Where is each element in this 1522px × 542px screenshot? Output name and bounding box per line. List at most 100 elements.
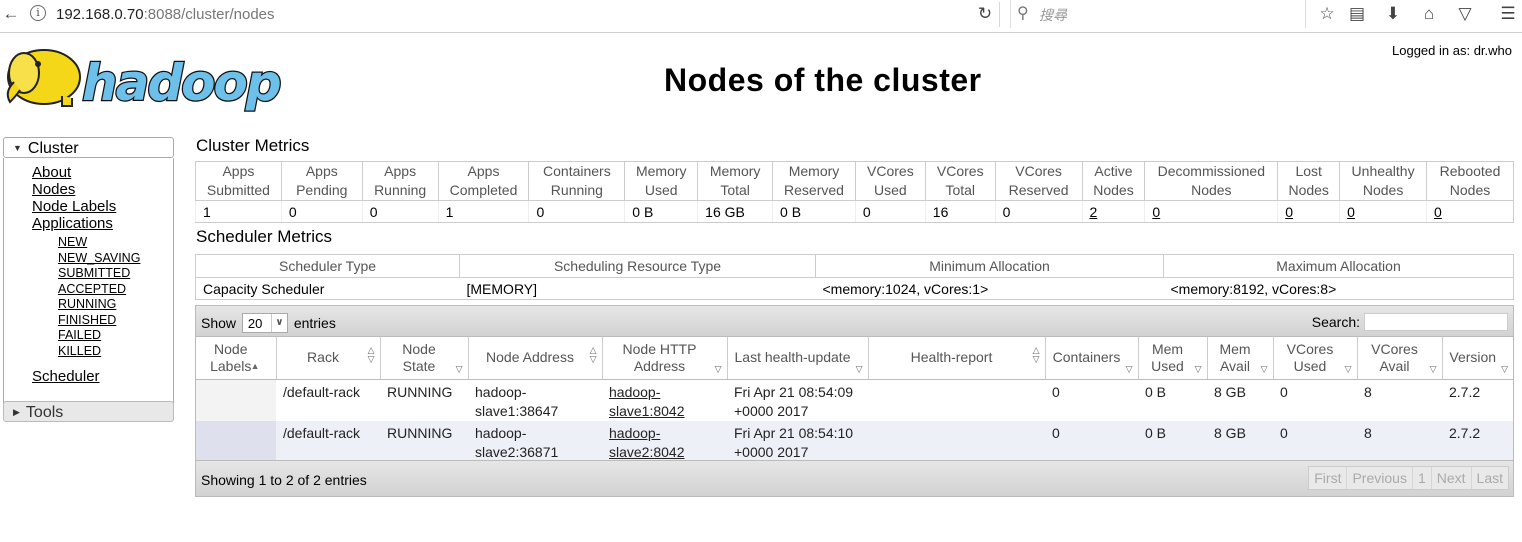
col-mem-avail[interactable]: Mem Avail ▽ bbox=[1207, 337, 1274, 380]
cluster-section-body: About Nodes Node Labels Applications NEW… bbox=[3, 158, 174, 411]
sidebar-link-node-labels[interactable]: Node Labels bbox=[32, 198, 173, 215]
metric-header: VCores Used bbox=[854, 161, 926, 201]
metric-header: Decommissioned Nodes bbox=[1144, 161, 1279, 201]
page-length-select[interactable]: 20 ∨ bbox=[241, 313, 288, 333]
resource-type-value: [MEMORY] bbox=[459, 277, 816, 300]
menu-icon[interactable]: ☰ bbox=[1497, 4, 1519, 24]
tools-section-toggle[interactable]: ▶ Tools bbox=[3, 401, 174, 422]
pager-first-button[interactable]: First bbox=[1309, 467, 1348, 489]
rack-cell: /default-rack bbox=[276, 379, 380, 421]
node-http-address-link[interactable]: hadoop-slave2:8042 bbox=[602, 420, 727, 462]
sidebar-link-applications[interactable]: Applications bbox=[32, 215, 173, 232]
reload-icon[interactable]: ↻ bbox=[974, 4, 996, 24]
vcores-avail-cell: 8 bbox=[1357, 379, 1442, 421]
metric-header: Memory Total bbox=[697, 161, 774, 201]
table-search: Search: bbox=[1312, 313, 1508, 331]
vcores-total-value: 16 bbox=[924, 200, 996, 223]
pager-next-button[interactable]: Next bbox=[1432, 467, 1472, 489]
node-state-cell: RUNNING bbox=[380, 379, 468, 421]
reading-list-icon[interactable]: ▤ bbox=[1346, 4, 1368, 24]
mem-used-cell: 0 B bbox=[1138, 420, 1207, 462]
triangle-right-icon: ▶ bbox=[13, 407, 20, 417]
browser-toolbar: ← i 192.168.0.70:8088/cluster/nodes ↻ ⚲ … bbox=[0, 0, 1522, 33]
scheduler-header-row: Scheduler Type Scheduling Resource Type … bbox=[195, 254, 1514, 278]
pocket-icon[interactable]: ▽ bbox=[1454, 4, 1476, 24]
decommissioned-nodes-link[interactable]: 0 bbox=[1144, 200, 1278, 223]
sort-both-icon: ▽ bbox=[1260, 363, 1268, 374]
sort-asc-icon: ▲ bbox=[250, 360, 260, 371]
metric-header: VCores Total bbox=[924, 161, 996, 201]
app-state-new-saving[interactable]: NEW_SAVING bbox=[58, 251, 173, 267]
table-search-input[interactable] bbox=[1364, 313, 1508, 331]
col-vcores-used[interactable]: VCores Used ▽ bbox=[1273, 337, 1358, 380]
back-arrow-icon[interactable]: ← bbox=[0, 4, 22, 24]
memory-total-value: 16 GB bbox=[697, 200, 773, 223]
col-containers[interactable]: Containers ▽ bbox=[1045, 337, 1139, 380]
app-state-submitted[interactable]: SUBMITTED bbox=[58, 266, 173, 282]
scheduler-values-row: Capacity Scheduler [MEMORY] <memory:1024… bbox=[195, 277, 1514, 300]
app-state-finished[interactable]: FINISHED bbox=[58, 313, 173, 329]
download-icon[interactable]: ⬇ bbox=[1382, 4, 1404, 24]
maximum-allocation-value: <memory:8192, vCores:8> bbox=[1163, 277, 1514, 300]
metric-header: Apps Pending bbox=[280, 161, 363, 201]
bookmark-star-icon[interactable]: ☆ bbox=[1316, 4, 1338, 24]
metric-header: Unhealthy Nodes bbox=[1339, 161, 1428, 201]
search-label: Search: bbox=[1311, 314, 1360, 330]
last-health-update-cell: Fri Apr 21 08:54:09 +0000 2017 bbox=[727, 379, 868, 421]
app-state-killed[interactable]: KILLED bbox=[58, 344, 173, 360]
metric-header: Apps Completed bbox=[437, 161, 530, 201]
info-icon[interactable]: i bbox=[30, 5, 46, 21]
col-rack[interactable]: Rack △ ▽ bbox=[276, 337, 381, 380]
node-address-cell: hadoop-slave1:38647 bbox=[468, 379, 602, 421]
hadoop-logo: hadoop bbox=[6, 49, 283, 112]
resource-type-header: Scheduling Resource Type bbox=[459, 254, 816, 278]
col-last-health-update[interactable]: Last health-update ▽ bbox=[727, 337, 869, 380]
url-text: 192.168.0.70:8088/cluster/nodes bbox=[56, 6, 275, 23]
apps-pending-value: 0 bbox=[280, 200, 363, 223]
metric-header: Memory Reserved bbox=[772, 161, 856, 201]
app-state-failed[interactable]: FAILED bbox=[58, 328, 173, 344]
home-icon[interactable]: ⌂ bbox=[1418, 4, 1440, 24]
app-state-running[interactable]: RUNNING bbox=[58, 297, 173, 313]
scheduler-metrics-title: Scheduler Metrics bbox=[196, 227, 333, 246]
unhealthy-nodes-link[interactable]: 0 bbox=[1339, 200, 1427, 223]
col-vcores-avail[interactable]: VCores Avail ▽ bbox=[1357, 337, 1443, 380]
version-cell: 2.7.2 bbox=[1442, 379, 1513, 421]
browser-search-placeholder: 搜尋 bbox=[1039, 7, 1067, 23]
containers-cell: 0 bbox=[1045, 379, 1138, 421]
sidebar-link-nodes[interactable]: Nodes bbox=[32, 181, 173, 198]
col-node-http-address[interactable]: Node HTTP Address ▽ bbox=[602, 337, 728, 380]
col-node-address[interactable]: Node Address △ ▽ bbox=[468, 337, 603, 380]
health-report-cell bbox=[868, 420, 1045, 462]
cluster-metrics-table: Apps Submitted Apps Pending Apps Running Ap… bbox=[195, 161, 1514, 223]
sort-both-icon: ▽ bbox=[855, 363, 863, 374]
sidebar-nav: ▼ Cluster About Nodes Node Labels Applica… bbox=[3, 137, 174, 411]
browser-search-box[interactable]: ⚲ 搜尋 bbox=[1010, 0, 1306, 28]
pager-page-1-button[interactable]: 1 bbox=[1413, 467, 1432, 489]
col-health-report[interactable]: Health-report △ ▽ bbox=[868, 337, 1046, 380]
col-node-state[interactable]: Node State ▽ bbox=[380, 337, 469, 380]
vcores-used-cell: 0 bbox=[1273, 420, 1357, 462]
pager-last-button[interactable]: Last bbox=[1472, 467, 1508, 489]
chevron-down-icon: ∨ bbox=[270, 314, 287, 332]
sidebar-link-about[interactable]: About bbox=[32, 164, 173, 181]
sort-both-icon: △ ▽ bbox=[1032, 344, 1040, 364]
pager-previous-button[interactable]: Previous bbox=[1347, 467, 1413, 489]
mem-used-cell: 0 B bbox=[1138, 379, 1207, 421]
cluster-section-toggle[interactable]: ▼ Cluster bbox=[3, 137, 174, 158]
app-state-new[interactable]: NEW bbox=[58, 235, 173, 251]
svg-text:hadoop: hadoop bbox=[82, 54, 280, 112]
lost-nodes-link[interactable]: 0 bbox=[1277, 200, 1340, 223]
col-version[interactable]: Version ▽ bbox=[1442, 337, 1513, 380]
rebooted-nodes-link[interactable]: 0 bbox=[1426, 200, 1514, 223]
address-bar[interactable]: i 192.168.0.70:8088/cluster/nodes bbox=[24, 2, 1000, 27]
mem-avail-cell: 8 GB bbox=[1207, 420, 1273, 462]
node-http-address-link[interactable]: hadoop-slave1:8042 bbox=[602, 379, 727, 421]
col-node-labels[interactable]: Node Labels ▲ bbox=[196, 337, 277, 380]
node-labels-cell bbox=[196, 420, 276, 462]
sidebar-link-scheduler[interactable]: Scheduler bbox=[32, 368, 173, 385]
col-mem-used[interactable]: Mem Used ▽ bbox=[1138, 337, 1208, 380]
containers-running-value: 0 bbox=[528, 200, 625, 223]
app-state-accepted[interactable]: ACCEPTED bbox=[58, 282, 173, 298]
active-nodes-link[interactable]: 2 bbox=[1081, 200, 1145, 223]
